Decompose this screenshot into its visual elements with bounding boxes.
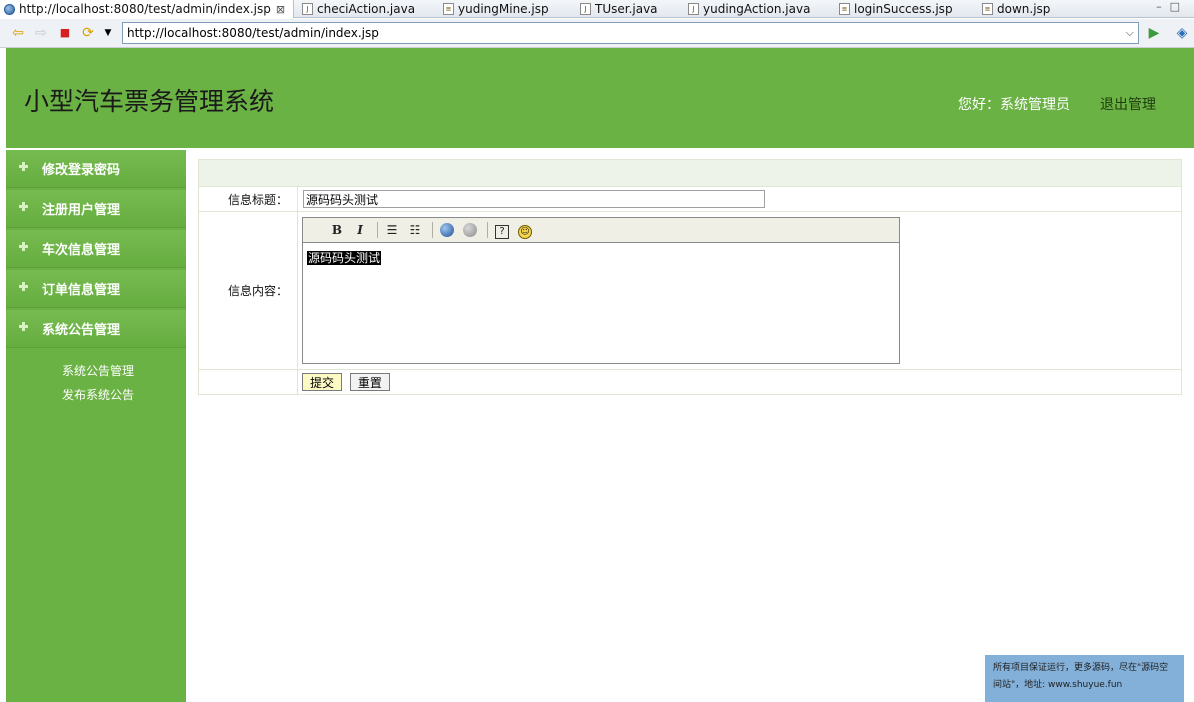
form-header-cell (198, 159, 1182, 187)
editor-toolbar: B I ☰ ☷ ? ☺ (303, 218, 899, 243)
tab-index-jsp[interactable]: http://localhost:8080/test/admin/index.j… (0, 0, 294, 18)
window-controls[interactable]: –□ (1156, 0, 1188, 13)
go-icon[interactable]: ▶ (1146, 25, 1162, 41)
toolbar-separator (377, 222, 378, 238)
back-arrow-icon[interactable]: ⇦ (10, 25, 26, 41)
stop-icon[interactable]: ■ (57, 25, 73, 41)
sidebar: 修改登录密码 注册用户管理 车次信息管理 订单信息管理 系统公告管理 系统公告管… (6, 150, 186, 702)
tab-yudingmine-jsp[interactable]: ≡ yudingMine.jsp (439, 0, 549, 18)
url-text: http://localhost:8080/test/admin/index.j… (127, 26, 379, 40)
title-input[interactable] (303, 190, 765, 208)
editor-content-area[interactable]: 源码码头测试 (303, 243, 899, 363)
content-row: 信息内容： B I ☰ ☷ ? ☺ 源码码头测试 (198, 211, 1182, 370)
sidebar-item-user-management[interactable]: 注册用户管理 (6, 190, 186, 228)
button-row: 提交 重置 (198, 369, 1182, 395)
plus-icon (19, 322, 28, 331)
ordered-list-icon[interactable]: ☰ (382, 221, 402, 239)
link-globe-icon (440, 223, 454, 237)
system-title: 小型汽车票务管理系统 (24, 87, 275, 116)
globe-icon (4, 3, 15, 15)
tab-down-jsp[interactable]: ≡ down.jsp (978, 0, 1050, 18)
tab-yudingaction-java[interactable]: J yudingAction.java (684, 0, 810, 18)
content-cell: B I ☰ ☷ ? ☺ 源码码头测试 (297, 211, 1182, 370)
bold-button[interactable]: B (327, 221, 347, 239)
maximize-icon[interactable]: □ (1170, 0, 1188, 13)
close-icon[interactable]: ⊠ (276, 3, 285, 16)
minimize-icon[interactable]: – (1156, 0, 1170, 13)
tab-label: yudingMine.jsp (458, 2, 549, 16)
rich-text-editor: B I ☰ ☷ ? ☺ 源码码头测试 (302, 217, 900, 364)
submit-button[interactable]: 提交 (302, 373, 343, 391)
logout-link[interactable]: 退出管理 (1100, 94, 1156, 114)
chevron-down-icon[interactable]: ▼ (100, 25, 116, 41)
toolbar-separator (487, 222, 488, 238)
plus-icon (19, 282, 28, 291)
tab-tuser-java[interactable]: J TUser.java (576, 0, 658, 18)
tab-label: TUser.java (595, 2, 658, 16)
unordered-list-icon[interactable]: ☷ (405, 221, 425, 239)
sidebar-item-label: 注册用户管理 (42, 203, 121, 218)
refresh-icon[interactable]: ⟳ (80, 25, 96, 41)
tab-label: yudingAction.java (703, 2, 811, 16)
sidebar-item-label: 车次信息管理 (42, 243, 121, 258)
subitem-notice-management[interactable]: 系统公告管理 (62, 359, 186, 383)
empty-label-cell (198, 369, 298, 395)
sidebar-item-change-password[interactable]: 修改登录密码 (6, 150, 186, 188)
sidebar-item-label: 订单信息管理 (42, 283, 121, 298)
browser-icon[interactable]: ◈ (1174, 25, 1190, 41)
url-dropdown-icon[interactable]: ⌵ (1126, 26, 1134, 40)
editor-tab-bar: http://localhost:8080/test/admin/index.j… (0, 0, 1194, 18)
jsp-file-icon: ≡ (443, 3, 454, 15)
emoticon-button[interactable]: ☺ (515, 221, 535, 239)
java-file-icon: J (688, 3, 699, 15)
sidebar-item-label: 系统公告管理 (42, 323, 121, 338)
plus-icon (19, 202, 28, 211)
content-label: 信息内容： (198, 211, 298, 370)
help-icon: ? (495, 225, 509, 239)
page-header: 小型汽车票务管理系统 您好：系统管理员 退出管理 (6, 48, 1194, 148)
title-label: 信息标题： (198, 186, 298, 212)
tab-label: http://localhost:8080/test/admin/index.j… (19, 2, 271, 16)
jsp-file-icon: ≡ (982, 3, 993, 15)
plus-icon (19, 162, 28, 171)
form-table: 信息标题： 信息内容： B I ☰ ☷ (198, 159, 1182, 395)
title-row: 信息标题： (198, 186, 1182, 212)
java-file-icon: J (580, 3, 591, 15)
toolbar-separator (432, 222, 433, 238)
jsp-file-icon: ≡ (839, 3, 850, 15)
buttons-cell: 提交 重置 (297, 369, 1182, 395)
java-file-icon: J (302, 3, 313, 15)
sidebar-item-trip-management[interactable]: 车次信息管理 (6, 230, 186, 268)
tab-checiaction-java[interactable]: J checiAction.java (298, 0, 415, 18)
unlink-globe-icon (463, 223, 477, 237)
smiley-icon: ☺ (518, 225, 532, 239)
sidebar-item-order-management[interactable]: 订单信息管理 (6, 270, 186, 308)
forward-arrow-icon[interactable]: ⇨ (33, 25, 49, 41)
insert-link-button[interactable] (437, 221, 457, 239)
remove-link-button[interactable] (460, 221, 480, 239)
subitem-publish-notice[interactable]: 发布系统公告 (62, 383, 186, 407)
sidebar-item-notice-management[interactable]: 系统公告管理 (6, 310, 186, 348)
sidebar-item-label: 修改登录密码 (42, 163, 121, 178)
plus-icon (19, 242, 28, 251)
form-header-row (198, 159, 1182, 187)
italic-button[interactable]: I (350, 221, 370, 239)
sidebar-submenu: 系统公告管理 发布系统公告 (6, 350, 186, 407)
url-input[interactable]: http://localhost:8080/test/admin/index.j… (122, 22, 1139, 44)
editor-selected-text: 源码码头测试 (307, 251, 382, 265)
browser-toolbar: ⇦ ⇨ ■ ⟳ ▼ http://localhost:8080/test/adm… (0, 19, 1194, 48)
help-button[interactable]: ? (492, 221, 512, 239)
tab-label: checiAction.java (317, 2, 416, 16)
tab-label: down.jsp (997, 2, 1051, 16)
source-notice-banner: 所有项目保证运行，更多源码，尽在"源码空间站"，地址: www.shuyue.f… (985, 655, 1184, 702)
notice-form: 信息标题： 信息内容： B I ☰ ☷ (198, 159, 1182, 395)
tab-loginsuccess-jsp[interactable]: ≡ loginSuccess.jsp (835, 0, 953, 18)
greeting-text: 您好：系统管理员 (958, 97, 1070, 113)
title-cell (297, 186, 1182, 212)
tab-label: loginSuccess.jsp (854, 2, 953, 16)
reset-button[interactable]: 重置 (349, 373, 390, 391)
